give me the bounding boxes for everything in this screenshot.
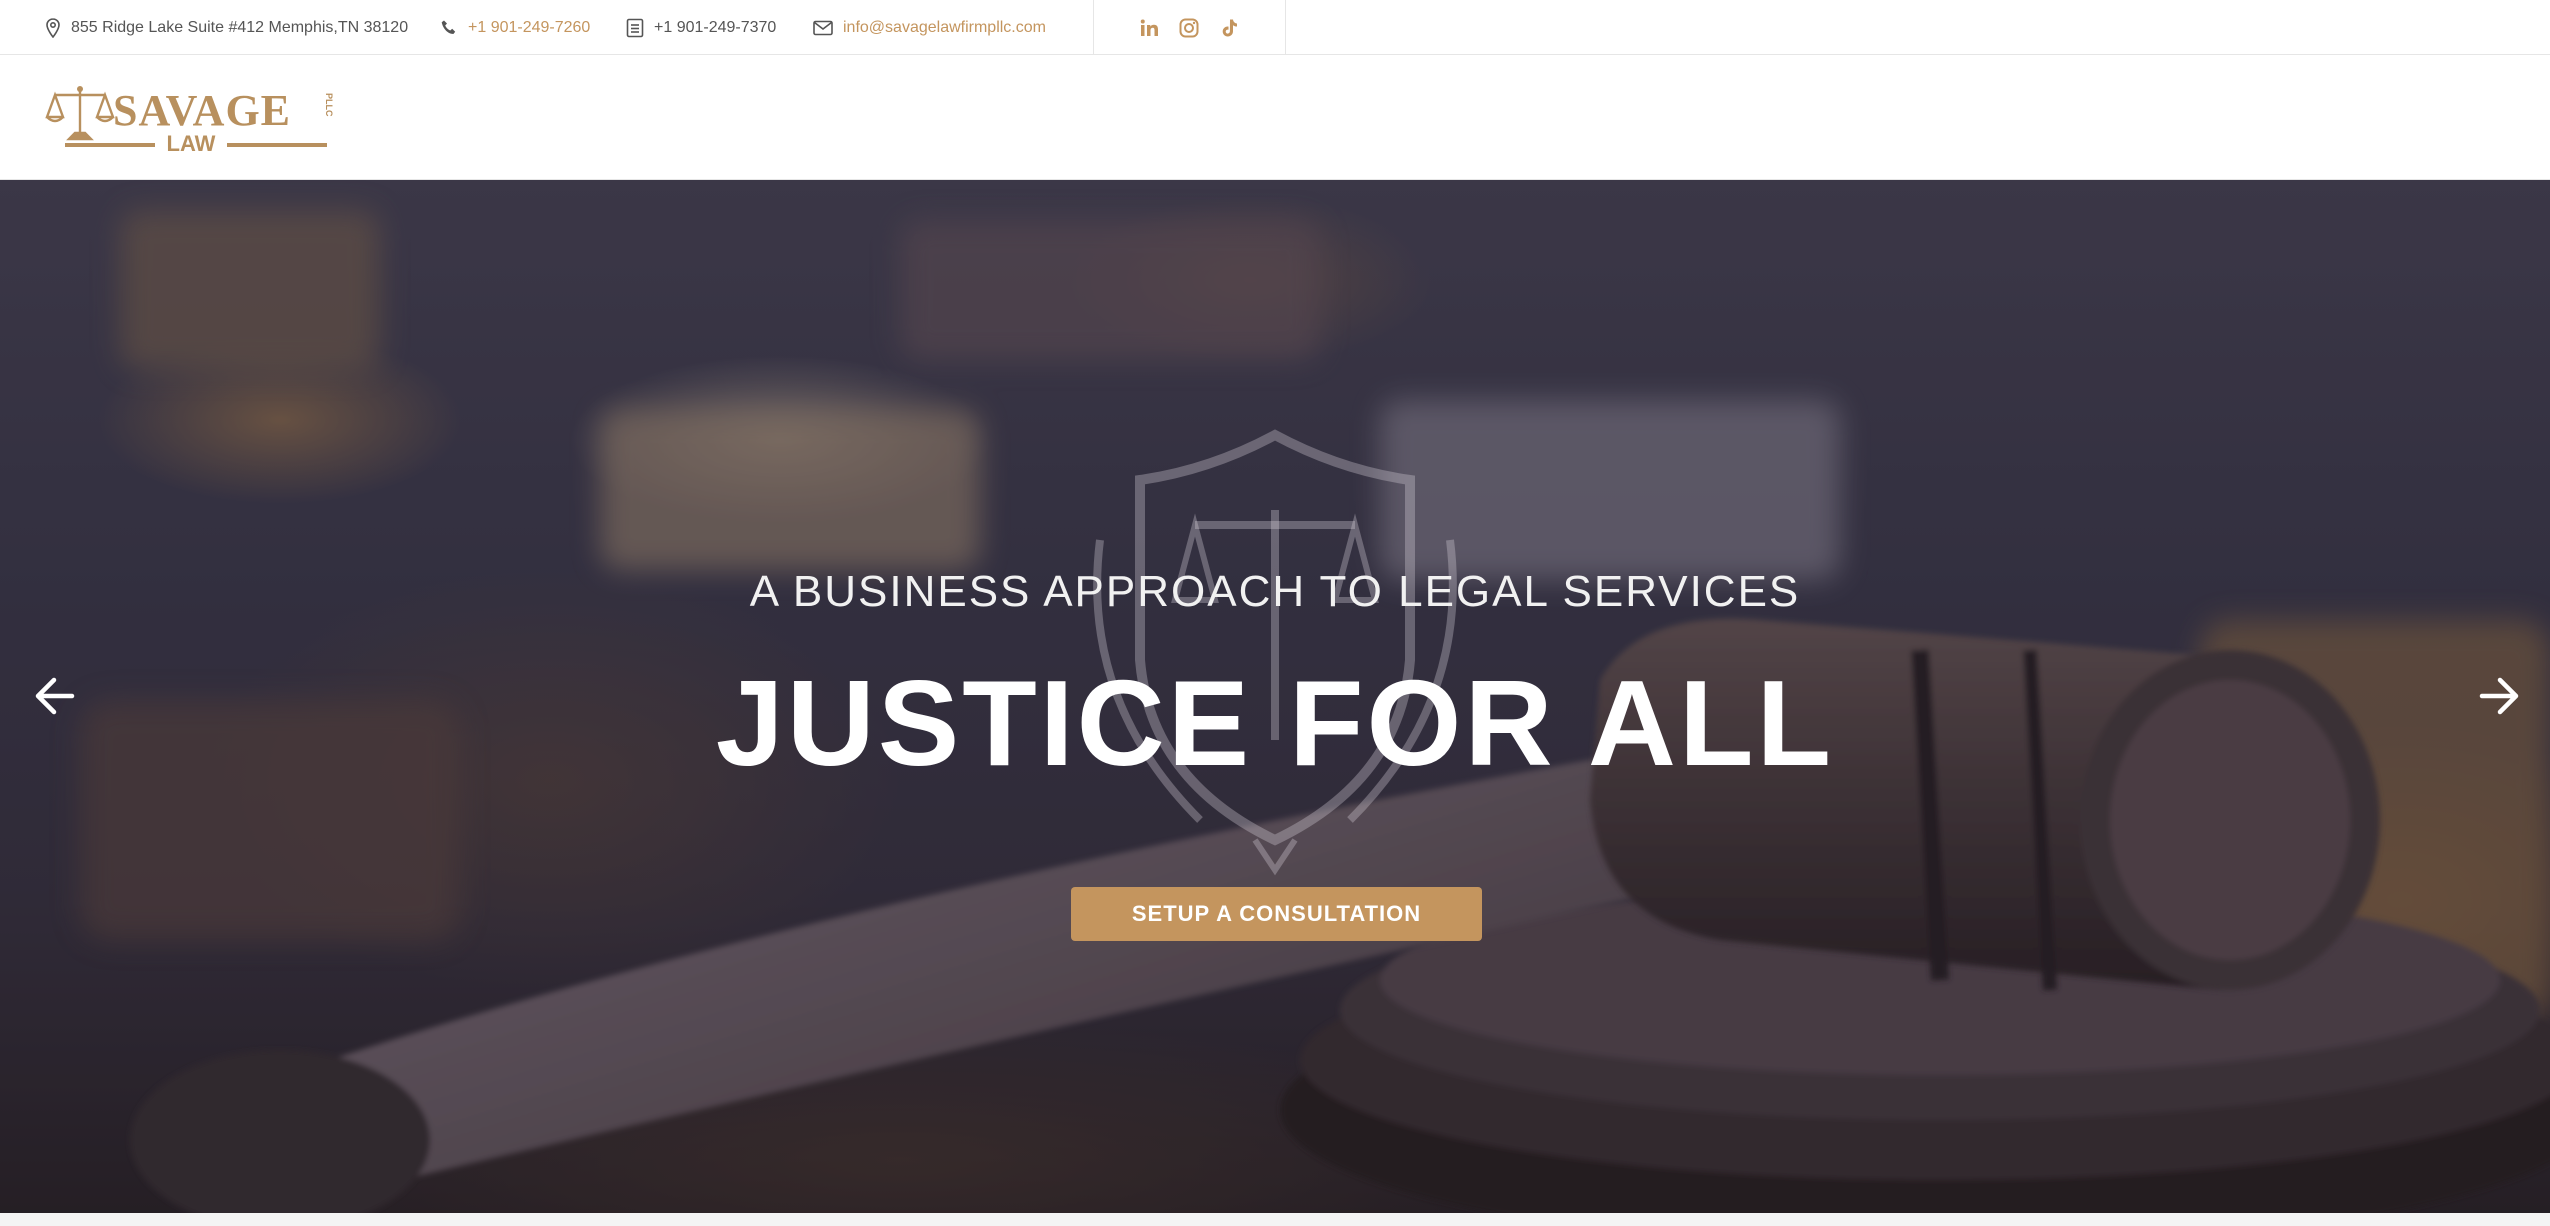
instagram-icon[interactable] — [1178, 17, 1200, 39]
arrow-right-icon — [2479, 677, 2519, 715]
bottom-strip — [0, 1213, 2550, 1226]
mail-icon — [813, 20, 833, 35]
topbar-divider-2 — [1285, 0, 1286, 55]
topbar-divider — [1093, 0, 1094, 55]
tiktok-icon[interactable] — [1218, 17, 1240, 39]
social-links — [1138, 0, 1240, 55]
slider-next-button[interactable] — [2474, 670, 2526, 722]
logo-suffix: PLLC — [324, 93, 334, 117]
site-logo[interactable]: SAVAGE LAW PLLC — [45, 83, 335, 156]
logo-mark: SAVAGE LAW PLLC — [45, 86, 334, 156]
phone-link[interactable]: +1 901-249-7260 — [468, 19, 590, 37]
logo-name: SAVAGE — [113, 86, 291, 135]
phone-item[interactable]: +1 901-249-7260 — [440, 0, 590, 55]
hero-title: JUSTICE FOR ALL — [715, 655, 1835, 791]
hero-subtitle: A BUSINESS APPROACH TO LEGAL SERVICES — [749, 567, 1801, 616]
hero-slider: A BUSINESS APPROACH TO LEGAL SERVICES JU… — [0, 180, 2550, 1213]
fax-item: +1 901-249-7370 — [626, 0, 776, 55]
fax-icon — [626, 18, 644, 37]
site-header: SAVAGE LAW PLLC — [0, 55, 2550, 180]
slider-prev-button[interactable] — [28, 670, 80, 722]
top-bar: 855 Ridge Lake Suite #412 Memphis,TN 381… — [0, 0, 2550, 55]
map-pin-icon — [46, 17, 60, 38]
address-item: 855 Ridge Lake Suite #412 Memphis,TN 381… — [45, 0, 408, 55]
setup-consultation-button[interactable]: SETUP A CONSULTATION — [1071, 887, 1482, 941]
email-link[interactable]: info@savagelawfirmpllc.com — [843, 19, 1046, 37]
logo-sub: LAW — [167, 131, 216, 153]
email-item[interactable]: info@savagelawfirmpllc.com — [813, 0, 1046, 55]
address-text: 855 Ridge Lake Suite #412 Memphis,TN 381… — [71, 18, 409, 36]
linkedin-icon[interactable] — [1138, 17, 1160, 39]
arrow-left-icon — [35, 677, 75, 715]
fax-text: +1 901-249-7370 — [654, 18, 777, 36]
phone-icon — [441, 20, 456, 34]
